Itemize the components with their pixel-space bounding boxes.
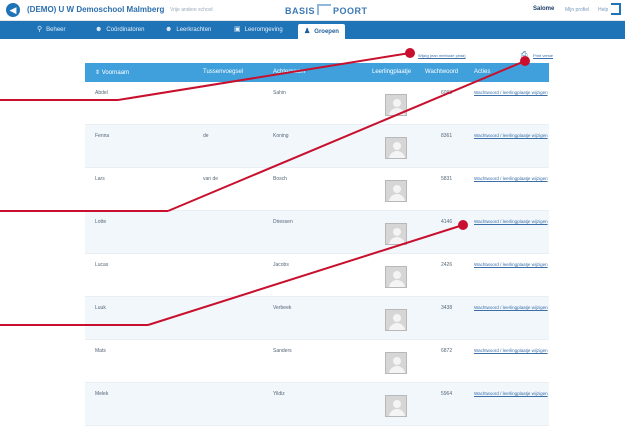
callout-line [147, 224, 464, 326]
callout-dot [405, 48, 415, 58]
callout-overlay [0, 48, 530, 326]
callout-dot [520, 56, 530, 66]
callout-line [117, 52, 411, 101]
callout-dot [458, 220, 468, 230]
